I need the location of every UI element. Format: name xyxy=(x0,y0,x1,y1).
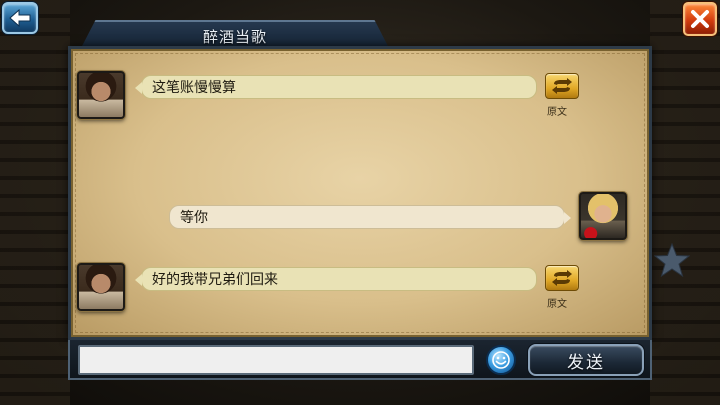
bearded-warrior-avatar[interactable] xyxy=(77,263,125,311)
smiley-face-icon xyxy=(492,351,510,369)
back-arrow-icon xyxy=(9,9,31,27)
message-text: 等你 xyxy=(180,210,208,226)
close-x-icon xyxy=(691,10,709,28)
message-bubble: 这笔账慢慢算 xyxy=(135,75,537,99)
close-button[interactable] xyxy=(683,2,717,36)
blond-knight-avatar[interactable] xyxy=(579,192,627,240)
chat-message-input[interactable] xyxy=(78,345,474,375)
message-text: 这笔账慢慢算 xyxy=(152,80,236,96)
message-bubble: 等你 xyxy=(169,205,571,229)
swap-arrows-icon xyxy=(552,78,572,94)
emoji-button[interactable] xyxy=(486,345,516,375)
translate-label: 原文 xyxy=(547,299,567,310)
message-bubble: 好的我带兄弟们回来 xyxy=(135,267,537,291)
back-button[interactable] xyxy=(2,2,38,34)
background-bookshelf-right xyxy=(650,0,720,405)
chat-title: 醉酒当歌 xyxy=(202,27,267,46)
chat-message-panel[interactable]: 这笔账慢慢算 原文 等你 好的我带兄弟们回来 原文 xyxy=(68,46,652,340)
background-bookshelf-left xyxy=(0,0,70,405)
translate-button[interactable] xyxy=(545,265,579,291)
star-icon xyxy=(654,243,690,277)
bearded-warrior-avatar[interactable] xyxy=(77,71,125,119)
swap-arrows-icon xyxy=(552,270,572,286)
message-text: 好的我带兄弟们回来 xyxy=(152,272,278,288)
translate-label: 原文 xyxy=(547,107,567,118)
send-button[interactable]: 发送 xyxy=(528,344,644,376)
send-button-label: 发送 xyxy=(567,352,605,373)
translate-button[interactable] xyxy=(545,73,579,99)
